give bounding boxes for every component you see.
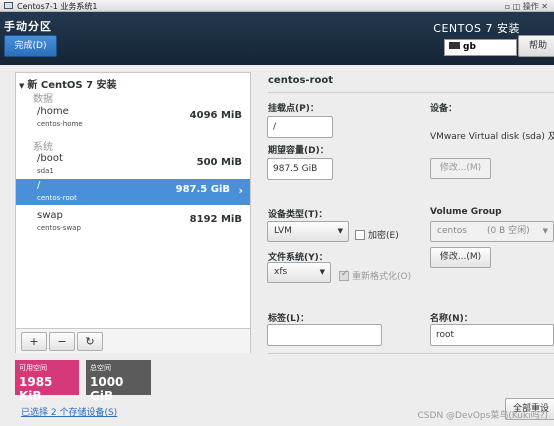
filesystem-value: xfs <box>274 267 288 277</box>
mount-size-label: 987.5 GiB <box>175 184 230 195</box>
dropdown-arrow-icon: ▼ <box>337 227 343 235</box>
keyboard-icon <box>449 42 460 49</box>
dropdown-arrow-icon: ▼ <box>319 268 325 276</box>
total-space-value: 1000 GiB <box>90 375 124 403</box>
mount-device-label: centos-home <box>37 120 83 128</box>
mount-point-label: / <box>37 180 41 191</box>
mount-point-label: /home <box>37 106 69 117</box>
volume-group-modify-button[interactable]: 修改...(M) <box>430 247 491 268</box>
remove-mount-button[interactable]: − <box>49 332 75 351</box>
watermark: CSDN @DevOps菜鸟(Kuki吗?) <box>417 411 548 421</box>
total-space-box: 总空间 1000 GiB <box>86 360 151 403</box>
expander-down-icon[interactable]: ▼ <box>19 82 24 90</box>
mount-point-label: swap <box>37 210 63 221</box>
filesystem-select[interactable]: xfs ▼ <box>267 262 331 283</box>
reformat-checkbox[interactable]: 重新格式化(O) <box>339 269 411 282</box>
device-type-select[interactable]: LVM ▼ <box>267 221 349 242</box>
add-mount-button[interactable]: + <box>21 332 47 351</box>
tag-input[interactable] <box>267 324 382 346</box>
divider <box>268 92 554 93</box>
mount-size-label: 500 MiB <box>196 157 242 168</box>
mount-device-label: centos-root <box>37 194 77 202</box>
mount-point-panel: ▼ 新 CentOS 7 安装 数据 /home centos-home 4096… <box>15 72 251 353</box>
checkbox-checked-icon[interactable] <box>339 269 349 281</box>
encrypt-checkbox[interactable]: 加密(E) <box>355 228 399 241</box>
name-label: 名称(N)： <box>430 314 473 324</box>
refresh-button[interactable]: ↻ <box>77 332 103 351</box>
reformat-label: 重新格式化(O) <box>352 272 412 282</box>
done-button[interactable]: 完成(D) <box>4 35 57 57</box>
tag-label: 标签(L)： <box>268 314 309 324</box>
available-space-value: 1985 KiB <box>19 375 53 403</box>
help-button[interactable]: 帮助 <box>518 35 554 57</box>
device-modify-button[interactable]: 修改...(M) <box>430 158 491 179</box>
host-window-title: Centos7-1 业务系统1 <box>17 2 98 11</box>
keyboard-layout-label: gb <box>463 42 476 52</box>
divider <box>268 353 554 354</box>
mount-size-label: 4096 MiB <box>189 110 242 121</box>
volume-group-select[interactable]: centos (0 B 空闲) ▼ <box>430 221 554 242</box>
spoke-header: 手动分区 完成(D) CENTOS 7 安装 gb 帮助 <box>0 12 554 65</box>
mount-item-boot[interactable]: /boot sda1 500 MiB <box>16 152 250 178</box>
mount-size-label: 8192 MiB <box>189 214 242 225</box>
mount-item-root[interactable]: / centos-root 987.5 GiB › <box>16 179 250 205</box>
volume-group-value: centos <box>437 226 467 236</box>
group-label-data: 数据 <box>33 94 53 105</box>
window-icon <box>4 2 13 9</box>
selected-devices-link[interactable]: 已选择 2 个存储设备(S) <box>21 405 117 418</box>
mount-device-label: sda1 <box>37 167 54 175</box>
total-space-label: 总空间 <box>90 364 111 372</box>
volume-group-free: (0 B 空闲) <box>486 226 530 236</box>
device-description: VMware Virtual disk (sda) 及 1 <box>430 132 554 142</box>
host-window-titlebar: Centos7-1 业务系统1 ▫ ◫ 操作 ✕ <box>0 0 554 12</box>
device-label: 设备： <box>430 104 458 114</box>
mount-item-home[interactable]: /home centos-home 4096 MiB <box>16 105 250 131</box>
capacity-input[interactable]: 987.5 GiB <box>267 158 333 180</box>
dropdown-arrow-icon: ▼ <box>542 227 548 235</box>
encrypt-label: 加密(E) <box>368 231 399 241</box>
product-title: CENTOS 7 安装 <box>433 22 520 35</box>
available-space-label: 可用空间 <box>19 364 47 372</box>
chevron-right-icon: › <box>238 184 243 197</box>
device-type-value: LVM <box>274 226 292 236</box>
volume-group-label: Volume Group <box>430 207 502 217</box>
mount-device-label: centos-swap <box>37 224 81 232</box>
checkbox-icon[interactable] <box>355 229 365 240</box>
mount-item-swap[interactable]: swap centos-swap 8192 MiB <box>16 209 250 235</box>
name-input[interactable]: root <box>430 324 554 346</box>
tree-root-node[interactable]: ▼ 新 CentOS 7 安装 <box>19 76 117 91</box>
keyboard-layout-indicator[interactable]: gb <box>444 39 517 56</box>
available-space-box: 可用空间 1985 KiB <box>15 360 79 403</box>
mount-point-label: 挂载点(P)： <box>268 104 319 114</box>
mount-point-input[interactable]: / <box>267 116 333 138</box>
host-window-controls[interactable]: ▫ ◫ 操作 ✕ <box>505 1 548 12</box>
group-label-system: 系统 <box>33 142 53 153</box>
detail-title: centos-root <box>268 75 334 86</box>
capacity-label: 期望容量(D)： <box>268 146 329 156</box>
spoke-title: 手动分区 <box>4 20 52 33</box>
mount-toolbar: + − ↻ <box>16 328 250 353</box>
mount-point-label: /boot <box>37 153 63 164</box>
device-type-label: 设备类型(T)： <box>268 210 328 220</box>
